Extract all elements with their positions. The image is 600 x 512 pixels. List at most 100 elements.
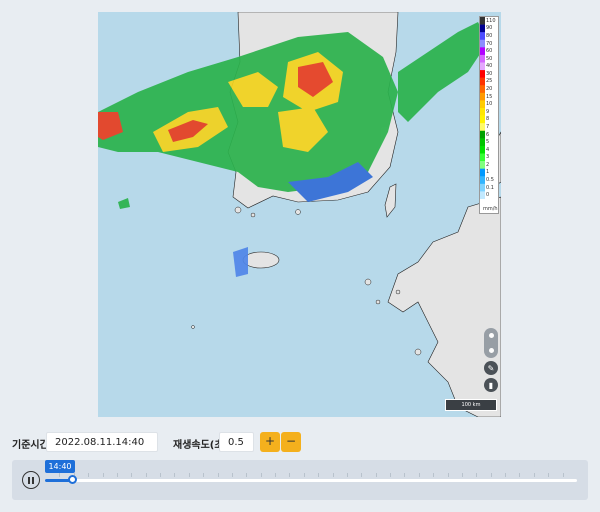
timeline-tick: [332, 473, 334, 477]
legend-swatch: [480, 145, 485, 154]
legend-swatch: [480, 24, 485, 33]
timeline-tick: [160, 473, 162, 477]
legend-tick: 3: [486, 154, 490, 161]
legend-tick: 90: [486, 25, 493, 32]
radar-echo: [98, 22, 488, 277]
legend-swatch: [480, 153, 485, 162]
timeline-tick: [275, 473, 277, 477]
timeline-tick: [375, 473, 377, 477]
legend-tick: 20: [486, 86, 493, 93]
legend-tick: 7: [486, 123, 490, 130]
timeline-tick: [433, 473, 435, 477]
timeline-tick: [116, 473, 118, 477]
timeline-tick: [246, 473, 248, 477]
legend-tick: 50: [486, 55, 493, 62]
timeline-tick: [476, 473, 478, 477]
legend-swatch: [480, 183, 485, 192]
speed-minus-button[interactable]: −: [281, 432, 301, 452]
precipitation-legend: 110 90 80 70 60 50 40 30 25 20 15 10 9 8 7 6 5 4 3 2 1 0.5 0.1…: [479, 16, 499, 214]
timeline-tick: [260, 473, 262, 477]
legend-tick: 5: [486, 139, 490, 146]
zoom-out-icon[interactable]: [488, 348, 494, 353]
legend-tick: 0.5: [486, 177, 494, 184]
legend-tick: 2: [486, 161, 490, 168]
legend-swatch: [480, 85, 485, 94]
control-bar: 기준시간 2022.08.11.14:40 재생속도(초) 0.5 + −: [0, 430, 600, 454]
legend-swatch: [480, 92, 485, 101]
map-canvas: [98, 12, 501, 417]
timeline-tick: [447, 473, 449, 477]
legend-tick: 0: [486, 192, 490, 199]
timeline-tick: [203, 473, 205, 477]
timeline-tick: [303, 473, 305, 477]
legend-swatch: [480, 77, 485, 86]
legend-tick: 1: [486, 169, 490, 176]
legend-swatch: [480, 62, 485, 71]
timeline-tick: [519, 473, 521, 477]
legend-swatch: [480, 70, 485, 78]
zoom-control[interactable]: [484, 328, 498, 358]
zoom-in-icon[interactable]: [488, 333, 494, 338]
timeline-track[interactable]: [45, 479, 577, 482]
map-tools: ✎ ▮: [484, 328, 498, 392]
legend-swatch: [480, 123, 485, 132]
legend-tick: 0.1: [486, 184, 494, 191]
legend-swatch: [480, 138, 485, 147]
legend-swatch: [480, 17, 485, 25]
legend-swatch: [480, 115, 485, 124]
current-time-bubble: 14:40: [45, 460, 75, 473]
speed-plus-button[interactable]: +: [260, 432, 280, 452]
timeline-tick: [145, 473, 147, 477]
timeline-tick: [533, 473, 535, 477]
timeline-tick: [461, 473, 463, 477]
timeline-tick: [418, 473, 420, 477]
pause-icon: [28, 476, 30, 484]
timeline-tick: [390, 473, 392, 477]
timeline-handle[interactable]: [67, 475, 77, 484]
speed-input[interactable]: 0.5: [219, 432, 254, 452]
legend-swatch: [480, 47, 485, 56]
legend-tick: 10: [486, 101, 493, 108]
legend-tick: 4: [486, 146, 490, 153]
legend-swatch: [480, 32, 485, 41]
timeline-tick: [289, 473, 291, 477]
legend-tick: 6: [486, 131, 490, 138]
legend-tick: 110: [486, 17, 496, 24]
legend-tick: 70: [486, 40, 493, 47]
scale-bar: 100 km: [445, 399, 497, 411]
timeline-tick: [174, 473, 176, 477]
legend-tick-labels: 110 90 80 70 60 50 40 30 25 20 15 10 9 8 7 6 5 4 3 2 1 0.5 0.1…: [486, 17, 498, 199]
legend-tick: 15: [486, 93, 493, 100]
timeline-tick: [131, 473, 133, 477]
legend-swatch: [480, 100, 485, 109]
legend-tick: 60: [486, 48, 493, 55]
pause-button[interactable]: [22, 471, 40, 489]
timeline-tick: [361, 473, 363, 477]
legend-swatch: [480, 168, 485, 177]
legend-swatch: [480, 176, 485, 185]
base-time-input[interactable]: 2022.08.11.14:40: [46, 432, 158, 452]
timeline-tick: [318, 473, 320, 477]
radar-map[interactable]: 110 90 80 70 60 50 40 30 25 20 15 10 9 8 7 6 5 4 3 2 1 0.5 0.1…: [98, 12, 501, 417]
legend-tick: 30: [486, 70, 493, 77]
legend-swatch: [480, 108, 485, 116]
timeline-tick: [404, 473, 406, 477]
timeline-tick: [188, 473, 190, 477]
legend-tick: 25: [486, 78, 493, 85]
legend-tick: 80: [486, 32, 493, 39]
legend-swatch: [480, 191, 485, 199]
legend-swatch: [480, 130, 485, 139]
layers-icon[interactable]: ▮: [484, 378, 498, 392]
timeline-tick: [102, 473, 104, 477]
jeju-island: [242, 251, 280, 269]
legend-unit: mm/h: [483, 206, 498, 212]
tsushima-island: [384, 183, 397, 218]
edit-icon[interactable]: ✎: [484, 361, 498, 375]
timeline-tick: [505, 473, 507, 477]
legend-swatch: [480, 54, 485, 63]
timeline-tick: [562, 473, 564, 477]
legend-swatch: [480, 161, 485, 169]
timeline-tick: [490, 473, 492, 477]
legend-color-bar: [480, 17, 485, 199]
legend-tick: 40: [486, 63, 493, 70]
